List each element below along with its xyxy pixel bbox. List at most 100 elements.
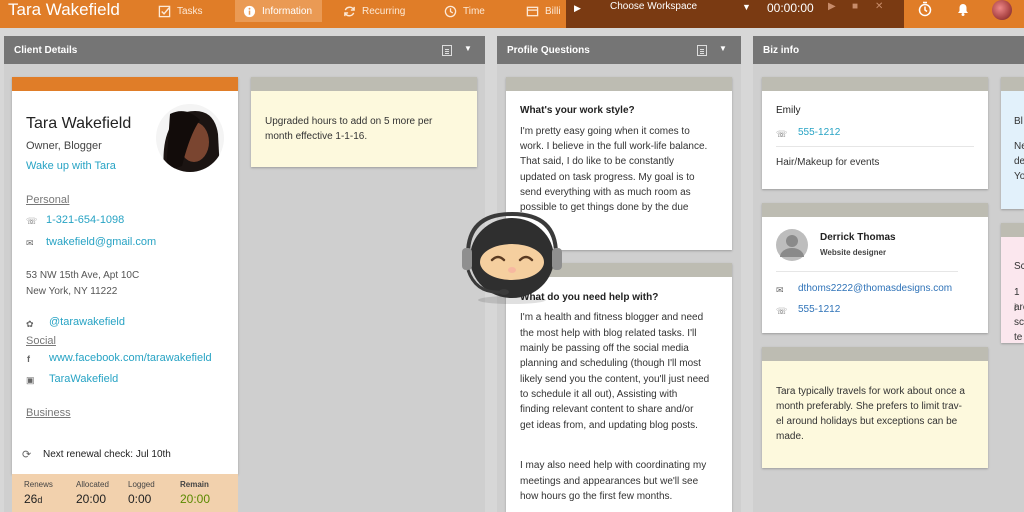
recurring-icon <box>344 6 355 16</box>
stat-label: Renews <box>24 480 53 489</box>
stat-logged: 0:00 <box>128 492 152 506</box>
phone-icon: ☏ <box>776 306 788 316</box>
answer-line: updated on task progress. My goal is to <box>520 172 695 183</box>
column-header: Client Details ▼ <box>4 36 485 64</box>
answer-line: the most help with blog related tasks. I… <box>520 328 697 339</box>
recurring-icon: ⟳ <box>22 449 32 461</box>
nav-information[interactable]: Information <box>235 0 322 22</box>
client-name: Tara Wakefield <box>26 115 132 132</box>
user-avatar[interactable] <box>992 0 1012 20</box>
stat-label: Logged <box>128 480 155 489</box>
note-line: Upgraded hours to add on 5 more per <box>265 116 433 127</box>
checkbox-icon <box>158 5 171 17</box>
play-arrow-icon[interactable]: ▶ <box>574 3 581 14</box>
client-phone[interactable]: 1-321-654-1098 <box>46 213 124 229</box>
partial-card[interactable]: Bl Ne de Yo <box>1001 77 1024 209</box>
info-icon <box>243 5 256 17</box>
partial-line: Bl <box>1014 116 1023 127</box>
note-line: month effective 1-1-16. <box>265 131 368 142</box>
ninja-assistant-icon[interactable] <box>458 208 566 304</box>
hours-summary: Renews 26d Allocated 20:00 Logged 0:00 R… <box>12 474 238 512</box>
document-icon[interactable] <box>442 45 452 56</box>
contact-phone[interactable]: 555-1212 <box>798 302 840 318</box>
answer-line: meetings and appearances but we'll see <box>520 476 699 487</box>
question-title: What's your work style? <box>520 105 635 116</box>
nav-time[interactable]: Time <box>436 0 493 22</box>
instagram-link[interactable]: TaraWakefield <box>49 372 118 388</box>
column-header: Profile Questions ▼ <box>497 36 741 64</box>
email-icon: ✉ <box>776 285 784 295</box>
partial-card[interactable]: Sc 1 i arc sc te <box>1001 223 1024 343</box>
stat-label: Remain <box>180 480 209 489</box>
note-line: el around holidays but exceptions can be <box>776 416 958 427</box>
facebook-icon: f <box>27 354 30 364</box>
contact-email[interactable]: dthoms2222@thomasdesigns.com <box>798 281 952 297</box>
renewal-text: Next renewal check: Jul 10th <box>43 449 171 460</box>
column-title: Profile Questions <box>507 45 590 56</box>
workspace-bar: ▶ Choose Workspace ▼ 00:00:00 ▶ ■ ✕ <box>566 0 904 28</box>
twitter-icon: ✿ <box>26 319 34 329</box>
answer-line: likely send you the content, you'll just… <box>520 374 710 385</box>
document-icon[interactable] <box>697 45 707 56</box>
answer-line: to schedule it all out), Assisting with <box>520 389 678 400</box>
column-title: Client Details <box>14 45 78 56</box>
chevron-down-icon[interactable]: ▼ <box>464 44 472 53</box>
nav-tasks[interactable]: Tasks <box>150 0 211 22</box>
instagram-icon: ▣ <box>26 375 35 385</box>
client-note-card[interactable]: Upgraded hours to add on 5 more per mont… <box>251 77 477 167</box>
answer-line: I'm pretty easy going when it comes to <box>520 126 690 137</box>
client-title: Owner, Blogger <box>26 140 102 152</box>
answer-line: That said, I do like to be constantly <box>520 156 674 167</box>
card-color-bar <box>1001 223 1024 237</box>
nav-recurring[interactable]: Recurring <box>335 0 413 22</box>
clock-icon <box>444 5 457 17</box>
answer-line: send everything with as much room as <box>520 187 691 198</box>
stat-renews: 26d <box>24 492 43 506</box>
nav-information-label: Information <box>262 5 313 17</box>
timer-stop-icon[interactable]: ■ <box>852 1 858 12</box>
chevron-down-icon[interactable]: ▼ <box>719 44 727 53</box>
answer-line: work. I believe in the full work-life ba… <box>520 141 708 152</box>
partial-line: sc <box>1014 317 1024 328</box>
card-color-bar <box>1001 77 1024 91</box>
contact-phone[interactable]: 555-1212 <box>798 125 840 141</box>
bell-icon[interactable] <box>955 1 971 17</box>
timer-play-icon[interactable]: ▶ <box>828 1 836 12</box>
timer-display: 00:00:00 <box>767 1 814 15</box>
client-email[interactable]: twakefield@gmail.com <box>46 235 156 251</box>
timer-close-icon[interactable]: ✕ <box>875 1 883 12</box>
answer-line: planning and scheduling (though I'll mos… <box>520 358 701 369</box>
contact-card[interactable]: Derrick Thomas Website designer ✉ dthoms… <box>762 203 988 333</box>
address-line2: New York, NY 11222 <box>26 286 118 297</box>
answer-line: get ideas from, and updating blog posts. <box>520 420 698 431</box>
column-header: Biz info <box>753 36 1024 64</box>
facebook-link[interactable]: www.facebook.com/tarawakefield <box>49 351 212 367</box>
billing-icon <box>526 6 539 16</box>
note-line: made. <box>776 431 804 442</box>
top-bar: Tara Wakefield Tasks Information Recurri… <box>0 0 1024 28</box>
answer-line: finding relevant content to share and/or <box>520 404 694 415</box>
workspace-selector[interactable]: Choose Workspace <box>610 0 697 13</box>
note-line: month preferably. She prefers to limit t… <box>776 401 962 412</box>
contact-card[interactable]: Emily ☏ 555-1212 Hair/Makeup for events <box>762 77 988 189</box>
twitter-handle[interactable]: @tarawakefield <box>49 315 125 331</box>
header-actions <box>904 0 1024 28</box>
email-icon: ✉ <box>26 238 34 248</box>
brand-link[interactable]: Wake up with Tara <box>26 159 116 175</box>
client-photo <box>156 104 224 172</box>
note-line: Tara typically travels for work about on… <box>776 386 965 397</box>
contact-role: Hair/Makeup for events <box>776 157 880 168</box>
travel-note-card[interactable]: Tara typically travels for work about on… <box>762 347 988 468</box>
nav-tasks-label: Tasks <box>177 5 203 17</box>
nav-billing[interactable]: Billi <box>518 0 569 22</box>
answer-line: I'm a health and fitness blogger and nee… <box>520 312 704 323</box>
app-brand: Tara Wakefield <box>8 0 120 19</box>
column-title: Biz info <box>763 45 800 56</box>
stat-allocated: 20:00 <box>76 492 107 506</box>
partial-line: Yo <box>1014 171 1024 182</box>
card-color-bar <box>12 77 238 91</box>
partial-line: arc <box>1014 302 1024 313</box>
chevron-down-icon[interactable]: ▼ <box>742 2 751 12</box>
stopwatch-icon[interactable] <box>917 1 933 17</box>
card-color-bar <box>762 203 988 217</box>
